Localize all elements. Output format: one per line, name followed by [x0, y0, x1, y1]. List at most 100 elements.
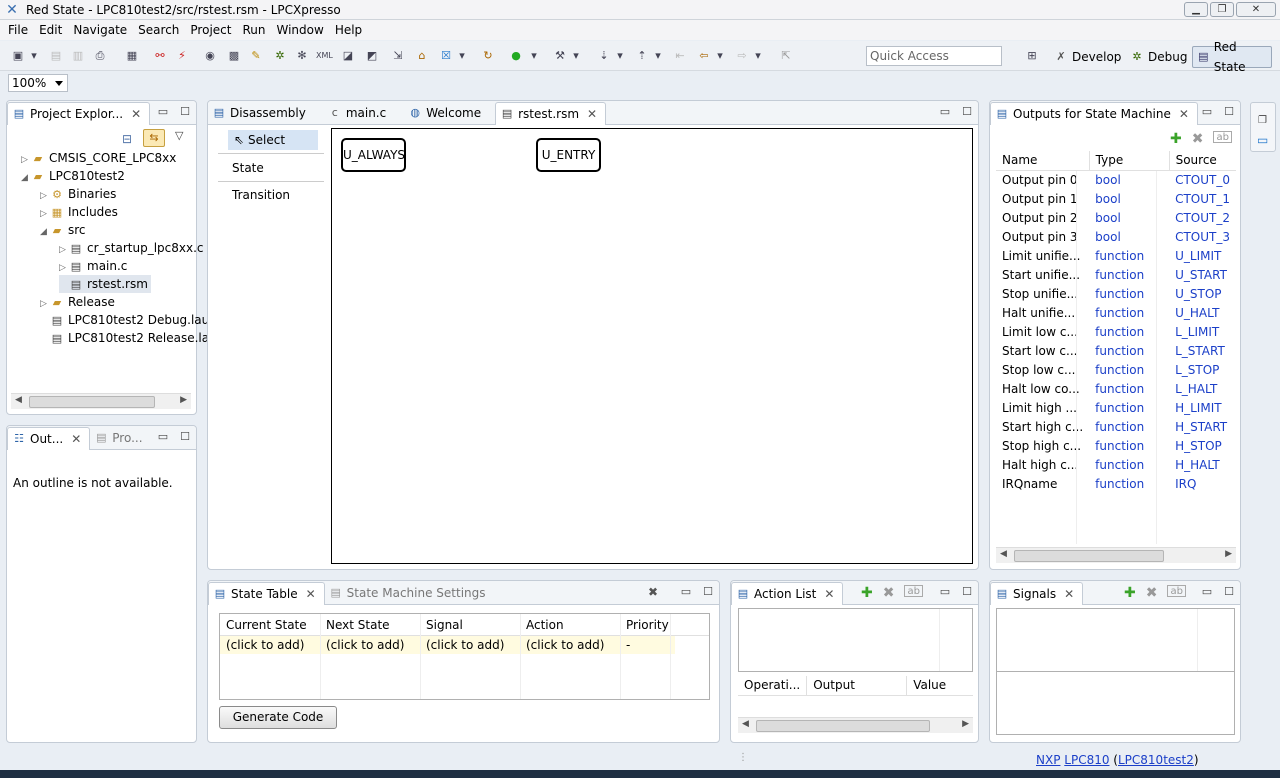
- tree-item[interactable]: ▤ rstest.rsm: [59, 275, 151, 293]
- close-icon[interactable]: ✕: [71, 432, 81, 446]
- tab-rstest-rsm[interactable]: ▤ rstest.rsm ✕: [495, 102, 607, 125]
- add-icon[interactable]: ✚: [861, 585, 873, 601]
- flash-icon[interactable]: ▩: [226, 49, 242, 63]
- maximize-icon[interactable]: ☐: [180, 105, 190, 118]
- tab-action-list[interactable]: ▤ Action List ✕: [731, 582, 844, 605]
- delete-icon[interactable]: ✖: [1192, 131, 1204, 147]
- back-icon[interactable]: ⇦: [696, 49, 712, 63]
- state-u-always[interactable]: U_ALWAYS: [341, 138, 406, 172]
- minimize-icon[interactable]: ▭: [940, 585, 950, 598]
- column-header[interactable]: Name: [996, 151, 1090, 171]
- maximize-icon[interactable]: ☐: [962, 585, 972, 598]
- expand-arrow-icon[interactable]: ◢: [21, 169, 31, 187]
- tab-project-explorer[interactable]: ▤ Project Explor... ✕: [7, 102, 151, 125]
- scrollbar-thumb[interactable]: [29, 396, 155, 408]
- column-header[interactable]: Type: [1088, 151, 1170, 171]
- quick-access-input[interactable]: Quick Access: [866, 46, 1002, 66]
- clean-icon[interactable]: ✎: [248, 49, 264, 63]
- table-row[interactable]: Limit low c... function L_LIMIT: [996, 322, 1236, 341]
- tree-item[interactable]: ▷ ⚙ Binaries: [40, 185, 116, 203]
- tools-dropdown-icon[interactable]: ▾: [572, 49, 580, 63]
- column-header[interactable]: Source: [1168, 151, 1236, 171]
- table-row[interactable]: Limit unifie... function U_LIMIT: [996, 246, 1236, 265]
- column-header[interactable]: Output: [806, 676, 907, 696]
- state-u-entry[interactable]: U_ENTRY: [536, 138, 601, 172]
- collapse-all-icon[interactable]: ⊟: [122, 132, 132, 146]
- edit-icon[interactable]: ab: [1167, 585, 1186, 597]
- probe-icon[interactable]: ⚡: [174, 49, 190, 63]
- tree-item[interactable]: ▷ ▰ Release: [40, 293, 115, 311]
- link-icon[interactable]: ⚯: [152, 49, 168, 63]
- table-cell[interactable]: (click to add): [420, 635, 520, 654]
- column-header[interactable]: Current State: [220, 616, 320, 636]
- new-dropdown-icon[interactable]: ▾: [30, 49, 38, 63]
- palette-transition[interactable]: Transition: [216, 185, 324, 205]
- table-row[interactable]: Stop low c... function L_STOP: [996, 360, 1236, 379]
- horizontal-scrollbar[interactable]: ◀ ▶: [11, 393, 191, 409]
- save-all-icon[interactable]: ▥: [70, 49, 86, 63]
- home-icon[interactable]: ⌂: [414, 49, 430, 63]
- next-annotation-icon[interactable]: ⇣: [596, 49, 612, 63]
- table-row[interactable]: Output pin 2 bool CTOUT_2: [996, 208, 1236, 227]
- scrollbar-thumb[interactable]: [1014, 550, 1164, 562]
- horizontal-scrollbar[interactable]: ◀ ▶: [996, 547, 1236, 563]
- minimize-icon[interactable]: ▭: [1202, 105, 1212, 118]
- run-icon[interactable]: ●: [508, 49, 524, 63]
- nxp-link[interactable]: NXP: [1036, 753, 1060, 767]
- export-icon[interactable]: ⇲: [390, 49, 406, 63]
- table-row[interactable]: Halt low co... function L_HALT: [996, 379, 1236, 398]
- delete-icon[interactable]: ✖: [1146, 585, 1158, 601]
- new-icon[interactable]: ▣: [10, 49, 26, 63]
- prev-annotation-dropdown-icon[interactable]: ▾: [654, 49, 662, 63]
- tab-signals[interactable]: ▤ Signals ✕: [990, 582, 1084, 605]
- peripheral-icon[interactable]: ◪: [340, 49, 356, 63]
- link-editor-icon[interactable]: ⇆: [143, 129, 165, 147]
- close-icon[interactable]: ✕: [1179, 107, 1189, 121]
- tree-item[interactable]: ▤ LPC810test2 Release.la: [40, 329, 209, 347]
- tab-state-table[interactable]: ▤ State Table ✕: [208, 582, 325, 605]
- tree-item[interactable]: ▷ ▤ main.c: [59, 257, 127, 275]
- palette-state[interactable]: State: [216, 158, 324, 178]
- minimize-button[interactable]: ▁: [1184, 2, 1208, 17]
- column-header[interactable]: Operati...: [738, 676, 807, 696]
- menu-navigate[interactable]: Navigate: [68, 23, 133, 37]
- column-header[interactable]: Priority: [620, 616, 675, 636]
- menu-file[interactable]: File: [3, 23, 34, 37]
- minimize-icon[interactable]: ▭: [158, 105, 168, 118]
- column-header[interactable]: Next State: [320, 616, 420, 636]
- table-cell[interactable]: (click to add): [220, 635, 320, 654]
- open-perspective-icon[interactable]: ⊞: [1024, 49, 1040, 63]
- table-cell[interactable]: -: [620, 635, 675, 654]
- minimize-icon[interactable]: ▭: [158, 430, 168, 443]
- tab-outputs[interactable]: ▤ Outputs for State Machine ✕: [990, 102, 1198, 125]
- tab-outline[interactable]: ☷ Out... ✕: [7, 427, 91, 450]
- menu-run[interactable]: Run: [237, 23, 271, 37]
- table-row[interactable]: Halt unifie... function U_HALT: [996, 303, 1236, 322]
- last-edit-icon[interactable]: ⇤: [672, 49, 688, 63]
- close-icon[interactable]: ✕: [824, 587, 834, 601]
- prev-annotation-icon[interactable]: ⇡: [634, 49, 650, 63]
- project-link[interactable]: LPC810test2: [1118, 753, 1194, 767]
- perspective-debug[interactable]: ✲ Debug: [1126, 46, 1191, 68]
- table-row[interactable]: Output pin 0 bool CTOUT_0: [996, 170, 1236, 189]
- table-row[interactable]: Output pin 1 bool CTOUT_1: [996, 189, 1236, 208]
- tree-item[interactable]: ▷ ▤ cr_startup_lpc8xx.c: [59, 239, 204, 257]
- add-icon[interactable]: ✚: [1124, 585, 1136, 601]
- table-row[interactable]: Halt high c... function H_HALT: [996, 455, 1236, 474]
- view-menu-icon[interactable]: ▽: [175, 129, 183, 142]
- column-header[interactable]: Value: [906, 676, 973, 696]
- tab-welcome[interactable]: ◍ Welcome: [394, 102, 489, 124]
- back-dropdown-icon[interactable]: ▾: [716, 49, 724, 63]
- table-row[interactable]: IRQname function IRQ: [996, 474, 1236, 493]
- register-icon[interactable]: ◩: [364, 49, 380, 63]
- column-header[interactable]: Action: [520, 616, 620, 636]
- next-annotation-dropdown-icon[interactable]: ▾: [616, 49, 624, 63]
- column-header[interactable]: Signal: [420, 616, 520, 636]
- view-icon[interactable]: ▭: [1257, 133, 1268, 147]
- maximize-icon[interactable]: ☐: [962, 105, 972, 118]
- table-row[interactable]: Start low c... function L_START: [996, 341, 1236, 360]
- terminate-dropdown-icon[interactable]: ▾: [458, 49, 466, 63]
- close-button[interactable]: ✕: [1236, 2, 1276, 17]
- pin-icon[interactable]: ⇱: [778, 49, 794, 63]
- print-icon[interactable]: ⎙: [92, 49, 108, 63]
